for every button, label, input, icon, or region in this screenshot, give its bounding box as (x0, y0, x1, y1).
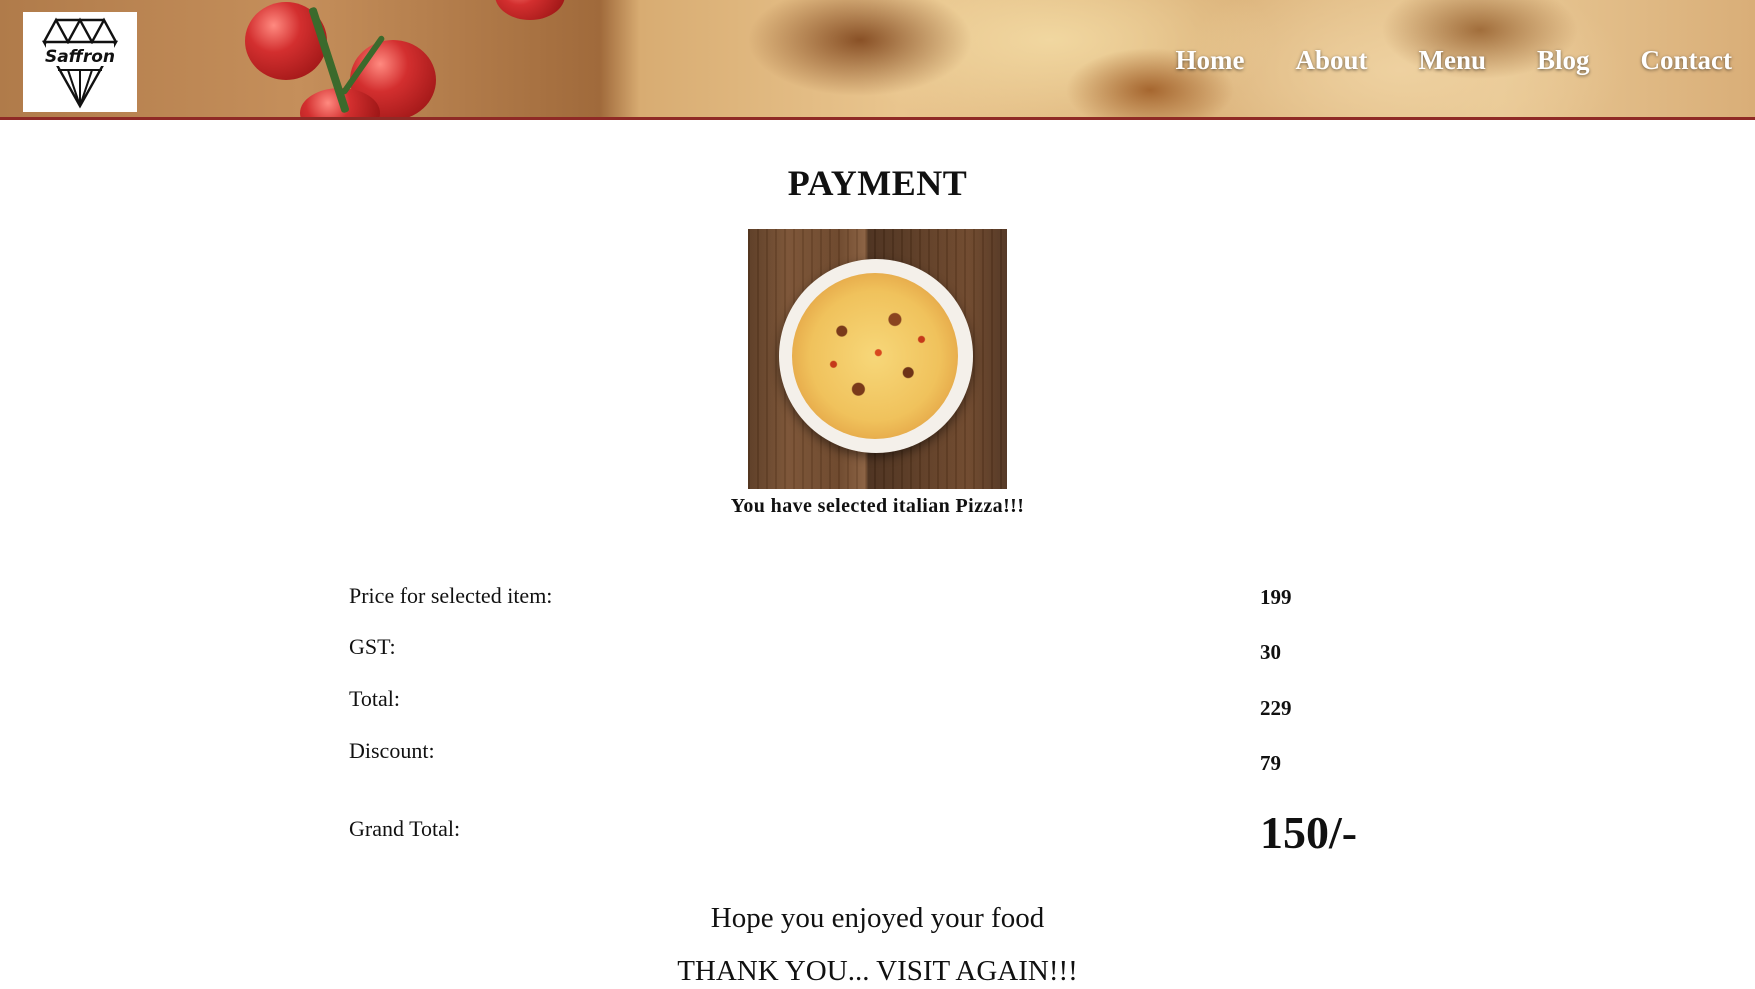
svg-text:Saffron: Saffron (45, 47, 115, 67)
gst-label: GST: (349, 634, 396, 659)
discount-label: Discount: (349, 738, 435, 763)
discount-value: 79 (1260, 751, 1281, 775)
total-value: 229 (1260, 696, 1292, 720)
saffron-logo[interactable]: Saffron (23, 12, 137, 112)
price-label: Price for selected item: (349, 583, 553, 608)
selection-caption: You have selected italian Pizza!!! (730, 495, 1025, 517)
grand-total-label: Grand Total: (349, 816, 461, 841)
page-title: PAYMENT (787, 163, 968, 203)
pizza (792, 273, 958, 439)
nav-menu-link[interactable]: Menu (1419, 45, 1487, 76)
total-label: Total: (349, 686, 401, 711)
enjoy-message: Hope you enjoyed your food (710, 902, 1045, 934)
site-header: Saffron Home About Menu Blog Contact (0, 0, 1755, 120)
tomato-decoration (495, 0, 565, 20)
nav-contact-link[interactable]: Contact (1641, 45, 1732, 76)
pizza-image (748, 229, 1007, 489)
diamond-logo-icon: Saffron (41, 17, 119, 109)
price-value: 199 (1260, 585, 1292, 609)
nav-about-link[interactable]: About (1295, 45, 1367, 76)
thank-you-message: THANK YOU... VISIT AGAIN!!! (677, 955, 1078, 987)
grand-total-value: 150/- (1260, 807, 1358, 858)
main-nav: Home About Menu Blog Contact (1175, 40, 1755, 80)
gst-value: 30 (1260, 640, 1281, 664)
nav-blog-link[interactable]: Blog (1537, 45, 1590, 76)
nav-home-link[interactable]: Home (1175, 45, 1244, 76)
